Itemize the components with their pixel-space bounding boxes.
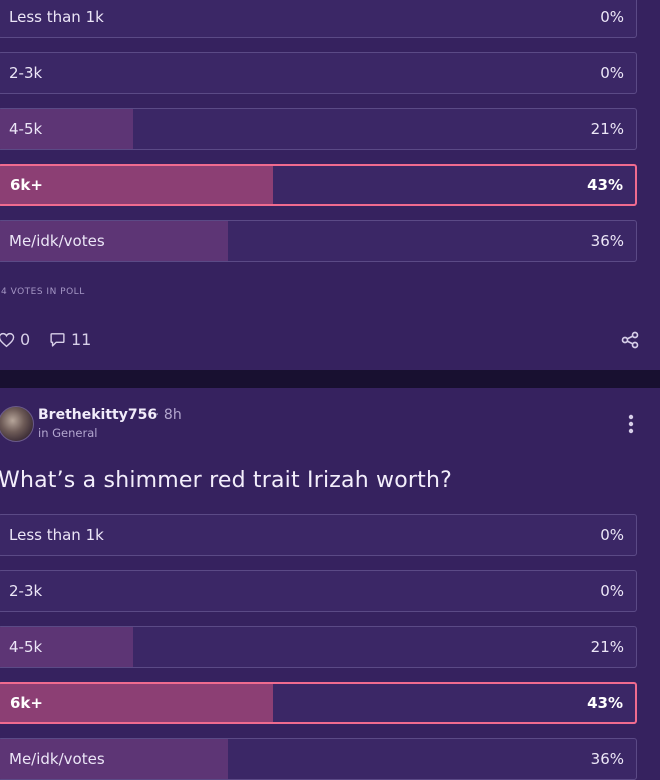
- share-icon: [621, 331, 639, 349]
- more-options-button[interactable]: [628, 414, 634, 438]
- comment-count: 11: [71, 330, 92, 349]
- avatar[interactable]: [0, 406, 34, 442]
- poll-post-1: Less than 1k 0% 2-3k 0% 4-5k 21% 6k+ 43%…: [0, 0, 660, 370]
- poll-option[interactable]: 4-5k 21%: [0, 626, 637, 668]
- poll-option-selected[interactable]: 6k+ 43%: [0, 682, 637, 724]
- post-title[interactable]: What’s a shimmer red trait Irizah worth?: [0, 468, 452, 493]
- poll-option-percent: 36%: [590, 750, 624, 768]
- post-actions: 0 11: [0, 328, 660, 352]
- poll-option[interactable]: Me/idk/votes 36%: [0, 738, 637, 780]
- poll-option-label: Less than 1k: [9, 8, 104, 26]
- poll-option-percent: 0%: [600, 64, 624, 82]
- poll-option-percent: 43%: [587, 694, 623, 712]
- post-category[interactable]: in General: [38, 426, 97, 440]
- like-count: 0: [20, 330, 31, 349]
- poll-option-label: Me/idk/votes: [9, 232, 105, 250]
- poll-option-label: 2-3k: [9, 582, 43, 600]
- comment-button[interactable]: 11: [49, 330, 91, 349]
- poll-option-label: 4-5k: [9, 638, 43, 656]
- poll-option-percent: 0%: [600, 582, 624, 600]
- poll-option[interactable]: 2-3k 0%: [0, 52, 637, 94]
- meta-separator: ·: [155, 407, 160, 423]
- poll-option[interactable]: Less than 1k 0%: [0, 0, 637, 38]
- poll-vote-count: 4 VOTES IN POLL: [1, 287, 85, 297]
- poll-option[interactable]: 4-5k 21%: [0, 108, 637, 150]
- share-button[interactable]: [620, 330, 640, 354]
- post-time: · 8h: [155, 407, 182, 423]
- poll-option[interactable]: Less than 1k 0%: [0, 514, 637, 556]
- post-separator: [0, 370, 660, 388]
- poll-option-selected[interactable]: 6k+ 43%: [0, 164, 637, 206]
- comment-bubble-icon: [50, 333, 65, 347]
- poll-option-percent: 21%: [590, 638, 624, 656]
- poll-option[interactable]: 2-3k 0%: [0, 570, 637, 612]
- poll-option-label: Me/idk/votes: [9, 750, 105, 768]
- poll-option-label: 6k+: [10, 176, 43, 194]
- poll-option-percent: 36%: [590, 232, 624, 250]
- poll-option-label: 4-5k: [9, 120, 43, 138]
- poll-option-label: Less than 1k: [9, 526, 104, 544]
- post-age: 8h: [163, 407, 182, 423]
- author-name[interactable]: Brethekitty756: [38, 407, 157, 423]
- poll-option-label: 6k+: [10, 694, 43, 712]
- poll-option-percent: 0%: [600, 526, 624, 544]
- poll-post-2: Brethekitty756 · 8h in General What’s a …: [0, 388, 660, 780]
- poll-option-percent: 21%: [590, 120, 624, 138]
- heart-icon: [0, 332, 15, 347]
- poll-option-percent: 43%: [587, 176, 623, 194]
- poll-option[interactable]: Me/idk/votes 36%: [0, 220, 637, 262]
- poll-option-percent: 0%: [600, 8, 624, 26]
- poll-option-label: 2-3k: [9, 64, 43, 82]
- more-vertical-icon: [628, 414, 634, 434]
- like-button[interactable]: 0: [0, 330, 30, 349]
